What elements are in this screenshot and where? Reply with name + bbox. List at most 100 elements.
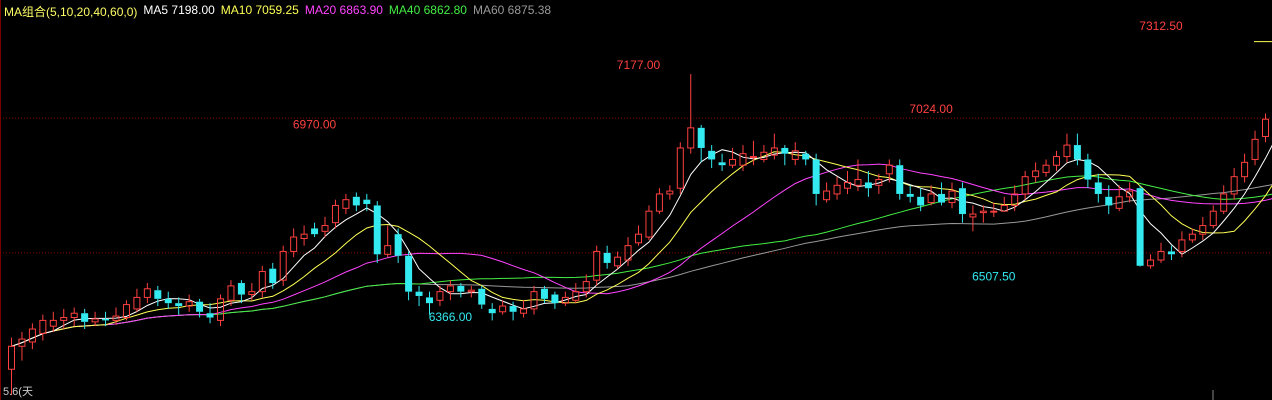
candle-body — [102, 318, 110, 321]
candle — [603, 245, 611, 269]
candle — [1063, 133, 1071, 163]
candle-body — [927, 193, 935, 204]
candle-body — [540, 288, 548, 299]
candle — [300, 225, 308, 246]
candle-body — [300, 233, 308, 239]
candle-body — [363, 199, 371, 204]
candle-body — [729, 158, 737, 166]
candle — [488, 303, 496, 321]
candle-body — [248, 291, 256, 296]
candle-body — [1167, 251, 1175, 255]
candle-body — [154, 290, 162, 299]
ma60-line — [11, 184, 1272, 347]
candle-body — [164, 298, 172, 304]
candle — [1136, 185, 1144, 267]
candle — [331, 199, 339, 229]
candle-body — [269, 268, 277, 284]
candle — [697, 124, 705, 163]
candle-body — [81, 313, 89, 322]
candle-body — [739, 153, 747, 166]
candle — [979, 205, 987, 223]
candle — [1042, 159, 1050, 177]
candle — [185, 294, 193, 312]
candle-body — [551, 294, 559, 304]
candle — [206, 303, 214, 324]
ma20-line — [11, 163, 1272, 347]
candle — [175, 297, 183, 315]
candle — [405, 251, 413, 301]
candle-body — [1209, 210, 1217, 227]
candle — [91, 311, 99, 327]
candle-body — [478, 288, 486, 305]
candle-body — [331, 204, 339, 224]
candle — [1167, 245, 1175, 261]
candle — [1230, 168, 1238, 200]
candle-body — [39, 319, 47, 334]
candle — [1032, 162, 1040, 183]
legend-ma40: MA40 6862.80 — [388, 3, 467, 17]
candle-body — [60, 317, 68, 321]
legend-ma10: MA10 7059.25 — [220, 3, 299, 17]
candle — [446, 280, 454, 301]
candle-body — [499, 305, 507, 313]
candle — [154, 285, 162, 307]
candle-body — [812, 159, 820, 194]
chart-extras — [1212, 41, 1272, 400]
candle — [572, 283, 580, 304]
candle — [227, 280, 235, 307]
candle-body — [70, 312, 78, 319]
candle-body — [990, 210, 998, 213]
candle — [28, 323, 36, 350]
candle-body — [854, 179, 862, 186]
candle — [373, 201, 381, 263]
candle-body — [582, 281, 590, 293]
candle — [990, 202, 998, 217]
candle — [122, 300, 130, 321]
candle — [906, 185, 914, 203]
candle — [133, 288, 141, 312]
candle — [687, 74, 695, 154]
candle — [1199, 216, 1207, 240]
candle-body — [405, 255, 413, 292]
price-annotation: 7312.50 — [1139, 19, 1183, 33]
candle-body — [823, 190, 831, 201]
candle-body — [969, 213, 977, 218]
candle — [593, 245, 601, 286]
candle-body — [676, 147, 684, 189]
candle — [791, 142, 799, 166]
candle-body — [446, 285, 454, 293]
candle — [143, 283, 151, 304]
candle-body — [509, 306, 517, 312]
candle-body — [687, 127, 695, 149]
candle-body — [49, 319, 57, 327]
candle-body — [603, 252, 611, 263]
candle-body — [1094, 182, 1102, 194]
candle — [833, 176, 841, 200]
candle-body — [1220, 193, 1228, 212]
candle-body — [488, 308, 496, 314]
candle-body — [958, 188, 966, 215]
candle-body — [1032, 170, 1040, 178]
candle-body — [91, 318, 99, 323]
candle — [1053, 150, 1060, 171]
candle-body — [635, 233, 642, 244]
candle-body — [1188, 233, 1196, 241]
candle — [258, 265, 266, 298]
candle-body — [206, 313, 214, 318]
candle — [718, 153, 726, 171]
candle-body — [833, 184, 841, 195]
candle-body — [342, 199, 350, 209]
candle — [1188, 228, 1196, 243]
candle — [352, 192, 360, 212]
candle — [812, 153, 820, 206]
candle-body — [1262, 118, 1269, 137]
candle — [655, 188, 663, 215]
candle — [1011, 185, 1019, 212]
ma-legend: MA组合(5,10,20,40,60,0) MA5 7198.00 MA10 7… — [4, 3, 551, 19]
candle-body — [864, 182, 872, 189]
candle — [279, 245, 287, 286]
candlestick-chart: 6970.00 6366.00 7177.00 7024.00 6507.50 7312.… — [0, 0, 1272, 400]
candle — [1241, 153, 1249, 183]
candle — [551, 291, 559, 309]
candle — [478, 285, 486, 309]
